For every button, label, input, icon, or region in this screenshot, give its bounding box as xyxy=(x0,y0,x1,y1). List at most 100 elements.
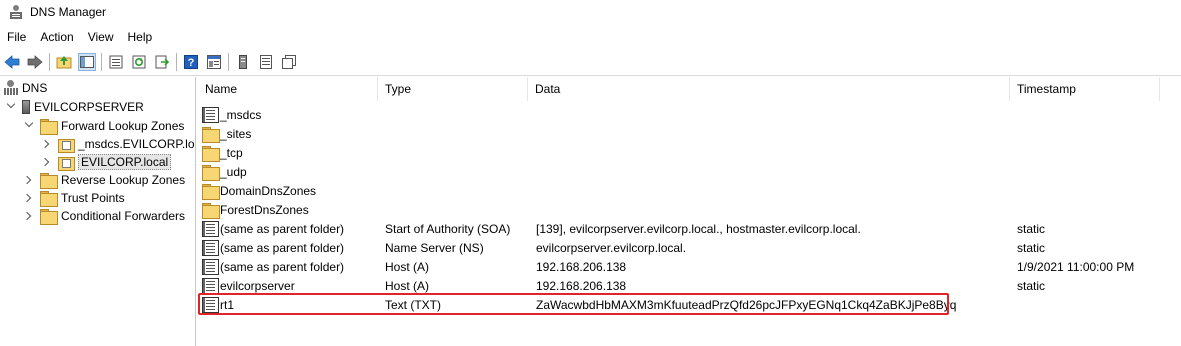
record-icon xyxy=(202,258,219,275)
menu-bar: File Action View Help xyxy=(0,26,159,48)
tree-node-server[interactable]: EVILCORPSERVER xyxy=(6,98,144,116)
record-type: Name Server (NS) xyxy=(385,240,484,255)
record-data: 192.168.206.138 xyxy=(536,278,627,293)
forward-arrow-icon[interactable] xyxy=(26,53,44,71)
tree-node-label: Conditional Forwarders xyxy=(61,209,186,223)
record-name: _udp xyxy=(220,164,247,179)
export-list-icon[interactable] xyxy=(153,53,171,71)
record-type: Start of Authority (SOA) xyxy=(385,221,511,236)
tree-node-label: Reverse Lookup Zones xyxy=(61,173,186,187)
chevron-right-icon[interactable] xyxy=(40,157,52,167)
window-title: DNS Manager xyxy=(30,5,107,19)
record-icon xyxy=(202,296,219,313)
mmc-icon[interactable] xyxy=(205,53,223,71)
list-item[interactable]: _sites xyxy=(198,124,1181,143)
record-data: evilcorpserver.evilcorp.local. xyxy=(536,240,687,255)
tree-node-label: EVILCORPSERVER xyxy=(34,100,144,114)
properties-icon[interactable] xyxy=(107,53,125,71)
toolbar-separator xyxy=(176,53,177,71)
record-name: _sites xyxy=(220,126,252,141)
record-type: Text (TXT) xyxy=(385,297,441,312)
record-data: ZaWacwbdHbMAXM3mKfuuteadPrzQfd26pcJFPxyE… xyxy=(536,297,957,312)
list-item[interactable]: (same as parent folder) Host (A) 192.168… xyxy=(198,257,1181,276)
folder-icon xyxy=(202,145,220,162)
folder-icon xyxy=(40,119,58,135)
help-icon[interactable]: ? xyxy=(182,53,200,71)
tree-node-conditional-forwarders[interactable]: Conditional Forwarders xyxy=(22,207,186,225)
svg-text:?: ? xyxy=(188,57,195,69)
chevron-down-icon[interactable] xyxy=(24,118,34,131)
record-icon xyxy=(202,239,219,256)
dns-manager-icon xyxy=(8,4,24,20)
record-name: (same as parent folder) xyxy=(220,221,345,236)
record-name: _msdcs xyxy=(220,107,262,122)
folder-icon xyxy=(40,209,58,225)
tree-node-dns[interactable]: DNS xyxy=(4,79,47,97)
record-name: (same as parent folder) xyxy=(220,240,345,255)
record-name: rt1 xyxy=(220,297,235,312)
list-item[interactable]: ForestDnsZones xyxy=(198,200,1181,219)
toolbar-separator xyxy=(228,53,229,71)
list-item[interactable]: _udp xyxy=(198,162,1181,181)
record-name: evilcorpserver xyxy=(220,278,295,293)
console-tree[interactable]: DNS EVILCORPSERVER Forward Lookup Zones … xyxy=(0,77,196,346)
zone-icon xyxy=(58,137,75,153)
chevron-right-icon[interactable] xyxy=(22,193,34,203)
record-name: DomainDnsZones xyxy=(220,183,317,198)
column-header-name[interactable]: Name xyxy=(198,77,378,101)
folder-icon xyxy=(202,183,220,200)
tree-node-msdcs-zone[interactable]: _msdcs.EVILCORP.loc xyxy=(40,135,195,153)
tree-node-reverse-lookup-zones[interactable]: Reverse Lookup Zones xyxy=(22,171,186,189)
back-arrow-icon[interactable] xyxy=(3,53,21,71)
chevron-down-icon[interactable] xyxy=(6,99,16,112)
list-item[interactable]: evilcorpserver Host (A) 192.168.206.138 … xyxy=(198,276,1181,295)
list-item[interactable]: DomainDnsZones xyxy=(198,181,1181,200)
record-timestamp: static xyxy=(1017,240,1046,255)
column-header-data[interactable]: Data xyxy=(528,77,1010,101)
record-type: Host (A) xyxy=(385,278,430,293)
server-list-icon[interactable] xyxy=(257,53,275,71)
folder-icon xyxy=(202,164,220,181)
record-data: 192.168.206.138 xyxy=(536,259,627,274)
chevron-right-icon[interactable] xyxy=(22,211,34,221)
menu-file[interactable]: File xyxy=(0,30,33,44)
menu-help[interactable]: Help xyxy=(121,30,160,44)
record-timestamp: static xyxy=(1017,278,1046,293)
copy-icon[interactable] xyxy=(280,53,298,71)
record-timestamp: 1/9/2021 11:00:00 PM xyxy=(1017,259,1135,274)
column-header-timestamp[interactable]: Timestamp xyxy=(1010,77,1160,101)
up-folder-icon[interactable] xyxy=(55,53,73,71)
menu-view[interactable]: View xyxy=(81,30,121,44)
list-item[interactable]: rt1 Text (TXT) ZaWacwbdHbMAXM3mKfuuteadP… xyxy=(198,295,1181,314)
list-item[interactable]: _tcp xyxy=(198,143,1181,162)
list-item[interactable]: (same as parent folder) Name Server (NS)… xyxy=(198,238,1181,257)
chevron-right-icon[interactable] xyxy=(22,175,34,185)
record-icon xyxy=(202,277,219,294)
tree-node-forward-lookup-zones[interactable]: Forward Lookup Zones xyxy=(24,117,184,135)
list-item[interactable]: (same as parent folder) Start of Authori… xyxy=(198,219,1181,238)
folder-icon xyxy=(202,126,220,143)
tree-node-label: EVILCORP.local xyxy=(78,154,172,170)
tree-node-label: Trust Points xyxy=(61,191,125,205)
column-header-type[interactable]: Type xyxy=(378,77,528,101)
refresh-icon[interactable] xyxy=(130,53,148,71)
folder-icon xyxy=(40,173,58,189)
chevron-right-icon[interactable] xyxy=(40,139,52,149)
record-name: ForestDnsZones xyxy=(220,202,309,217)
tree-node-trust-points[interactable]: Trust Points xyxy=(22,189,125,207)
dns-icon xyxy=(4,80,18,96)
record-icon xyxy=(202,106,219,123)
title-bar: DNS Manager xyxy=(0,0,1181,24)
records-list[interactable]: Name Type Data Timestamp _msdcs _sites _… xyxy=(198,77,1181,346)
folder-icon xyxy=(202,202,220,219)
server-icon[interactable] xyxy=(234,53,252,71)
show-hide-tree-icon[interactable] xyxy=(78,53,96,71)
toolbar-separator xyxy=(101,53,102,71)
menu-action[interactable]: Action xyxy=(33,30,80,44)
toolbar: ? xyxy=(0,49,1181,76)
record-data: [139], evilcorpserver.evilcorp.local., h… xyxy=(536,221,861,236)
list-item[interactable]: _msdcs xyxy=(198,105,1181,124)
record-name: (same as parent folder) xyxy=(220,259,345,274)
tree-node-evilcorp-zone[interactable]: EVILCORP.local xyxy=(40,153,172,171)
toolbar-separator xyxy=(49,53,50,71)
